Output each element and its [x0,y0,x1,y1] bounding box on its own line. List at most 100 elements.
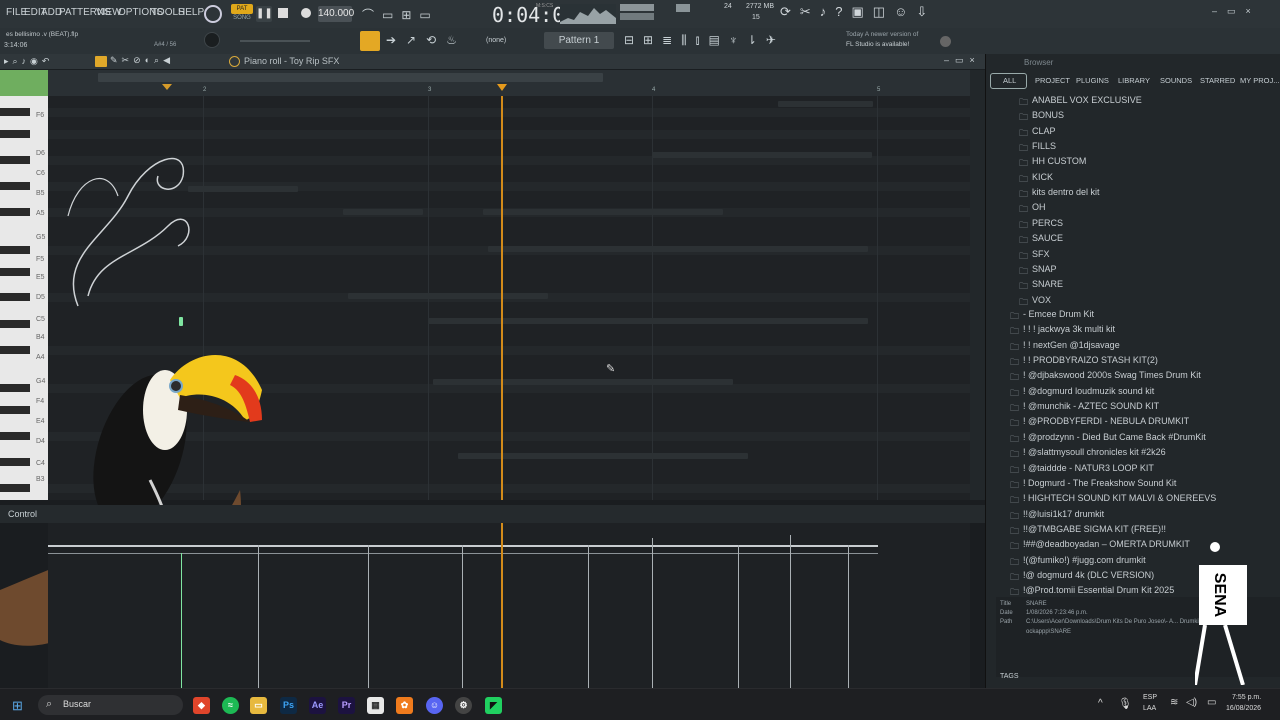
browser-subfolder-item[interactable]: PERCS [1032,218,1063,228]
main-volume-knob[interactable] [204,32,220,48]
black-key[interactable] [0,246,30,254]
loop-start-marker[interactable] [162,84,172,90]
black-key[interactable] [0,130,30,138]
brave-icon[interactable]: ◆ [193,697,210,714]
premiere-icon[interactable]: Pr [338,697,355,714]
browser-folder-item[interactable]: ! @slattmysoull chronicles kit #2k26 [1023,447,1166,457]
clock-date[interactable]: 16/08/2026 [1226,705,1261,712]
black-key[interactable] [0,156,30,164]
browser-folder-item[interactable]: !@Prod.tomii Essential Drum Kit 2025 [1023,585,1174,595]
velocity-bar[interactable] [368,545,369,688]
ghost-note[interactable] [433,379,733,385]
pause-icon[interactable]: ❚❚ [256,6,273,22]
browser-folder-item[interactable]: ! Dogmurd - The Freakshow Sound Kit [1023,478,1176,488]
browser-subfolder-item[interactable]: kits dentro del kit [1032,187,1100,197]
browser-subfolder-item[interactable]: ANABEL VOX EXCLUSIVE [1032,95,1142,105]
black-key[interactable] [0,208,30,216]
tab-plugins[interactable]: PLUGINS [1076,76,1109,85]
ghost-note[interactable] [778,101,873,107]
fl-studio-icon[interactable]: ✿ [396,697,413,714]
ghost-note[interactable] [428,318,868,324]
browser-subfolder-item[interactable]: SFX [1032,249,1050,259]
ghost-note[interactable] [652,152,872,158]
file-explorer-icon[interactable]: ▭ [250,697,267,714]
black-key[interactable] [0,293,30,301]
playhead-marker[interactable] [497,84,507,91]
velocity-bar[interactable] [181,553,182,688]
browser-folder-item[interactable]: ! @munchik - AZTEC SOUND KIT [1023,401,1159,411]
browser-subfolder-item[interactable]: SNARE [1032,279,1063,289]
browser-folder-item[interactable]: ! @PRODBYFERDI - NEBULA DRUMKIT [1023,416,1189,426]
taskbar-search[interactable]: ⌕ Buscar [38,695,183,715]
velocity-bar[interactable] [258,545,259,688]
draw-tool-icon[interactable] [95,56,107,67]
capcut-icon[interactable]: ◤ [485,697,502,714]
battery-icon[interactable]: ▭ [1207,697,1216,708]
browser-folder-item[interactable]: ! @prodzynn - Died But Came Back #DrumKi… [1023,432,1206,442]
windows-start-icon[interactable]: ⊞ [12,698,28,714]
stop-icon[interactable] [278,8,288,18]
browser-folder-item[interactable]: !!@TMBGABE SIGMA KIT (FREE)!! [1023,524,1166,534]
pianoroll-tool-icons[interactable]: ▸⌕♪◉↶ [4,56,53,67]
browser-folder-item[interactable]: !@ dogmurd 4k (DLC VERSION) [1023,570,1154,580]
photoshop-icon[interactable]: Ps [280,697,297,714]
main-pitch-slider[interactable] [240,40,310,42]
velocity-bar[interactable] [848,545,849,688]
browser-subfolder-item[interactable]: VOX [1032,295,1051,305]
velocity-bar[interactable] [588,545,589,688]
browser-subfolder-item[interactable]: HH CUSTOM [1032,156,1086,166]
pianoroll-plugin-icon[interactable] [229,56,240,67]
control-label[interactable]: Control [8,509,37,519]
ghost-note[interactable] [348,293,548,299]
browser-folder-item[interactable]: ! ! PRODBYRAIZO STASH KIT(2) [1023,355,1158,365]
browser-subfolder-item[interactable]: BONUS [1032,110,1064,120]
tab-my-projects[interactable]: MY PROJ... [1240,76,1279,85]
tags-label[interactable]: TAGS [1000,673,1019,680]
after-effects-icon[interactable]: Ae [309,697,326,714]
discord-icon[interactable]: ☺ [426,697,443,714]
browser-subfolder-item[interactable]: KICK [1032,172,1053,182]
browser-folder-item[interactable]: !##@deadboyadan – OMERTA DRUMKIT [1023,539,1190,549]
ghost-note[interactable] [488,246,868,252]
browser-subfolder-item[interactable]: CLAP [1032,126,1056,136]
tab-all[interactable]: ALL [1003,76,1016,85]
time-scrollbar[interactable] [98,73,603,82]
timeline-ruler[interactable]: 2 3 4 5 [48,70,970,96]
black-key[interactable] [0,320,30,328]
spotify-icon[interactable]: ≈ [222,697,239,714]
calendar-icon[interactable]: ▦ [367,697,384,714]
tray-chevron-icon[interactable]: ^ [1098,698,1103,709]
refresh-icon[interactable] [204,5,222,23]
velocity-bar[interactable] [462,545,463,688]
vertical-scrollbar[interactable] [970,70,985,500]
settings-icon[interactable]: ⚙ [455,697,472,714]
browser-subfolder-item[interactable]: SAUCE [1032,233,1063,243]
news-line2[interactable]: FL Studio is available! [846,41,909,48]
ghost-note[interactable] [483,209,723,215]
browser-folder-item[interactable]: ! ! nextGen @1djsavage [1023,340,1120,350]
browser-folder-item[interactable]: ! @taiddde - NATUR3 LOOP KIT [1023,463,1154,473]
velocity-bar[interactable] [790,535,791,688]
volume-icon[interactable]: ◁) [1186,697,1197,708]
microphone-icon[interactable]: 🎙 [1118,697,1132,710]
news-icon[interactable] [940,36,951,47]
browser-folder-item[interactable]: ! HIGHTECH SOUND KIT MALVI & ONEREEVS [1023,493,1216,503]
browser-subfolder-item[interactable]: FILLS [1032,141,1056,151]
browser-folder-item[interactable]: !!@luisi1k17 drumkit [1023,509,1104,519]
clock-time[interactable]: 7:55 p.m. [1232,694,1261,701]
wifi-icon[interactable]: ≋ [1170,697,1178,708]
black-key[interactable] [0,268,30,276]
language-code[interactable]: ESP [1143,694,1157,701]
pianoroll-window-controls[interactable]: –▭× [944,55,981,66]
pianoroll-icon[interactable] [360,31,380,51]
tool-icons[interactable]: ⟳✂♪?▣◫☺⇩ [780,4,950,24]
tab-project[interactable]: PROJECT [1035,76,1070,85]
keyboard-layout[interactable]: LAA [1143,705,1156,712]
edit-tool-icons[interactable]: ✎✂⊘◐⌕◀ [110,55,174,66]
song-toggle[interactable]: SONG [231,15,253,24]
pat-toggle[interactable]: PAT [231,4,253,14]
tab-sounds[interactable]: SOUNDS [1160,76,1192,85]
window-controls[interactable]: –▭× [1212,6,1261,17]
record-icon[interactable] [301,8,311,18]
browser-folder-item[interactable]: ! ! ! jackwya 3k multi kit [1023,324,1115,334]
